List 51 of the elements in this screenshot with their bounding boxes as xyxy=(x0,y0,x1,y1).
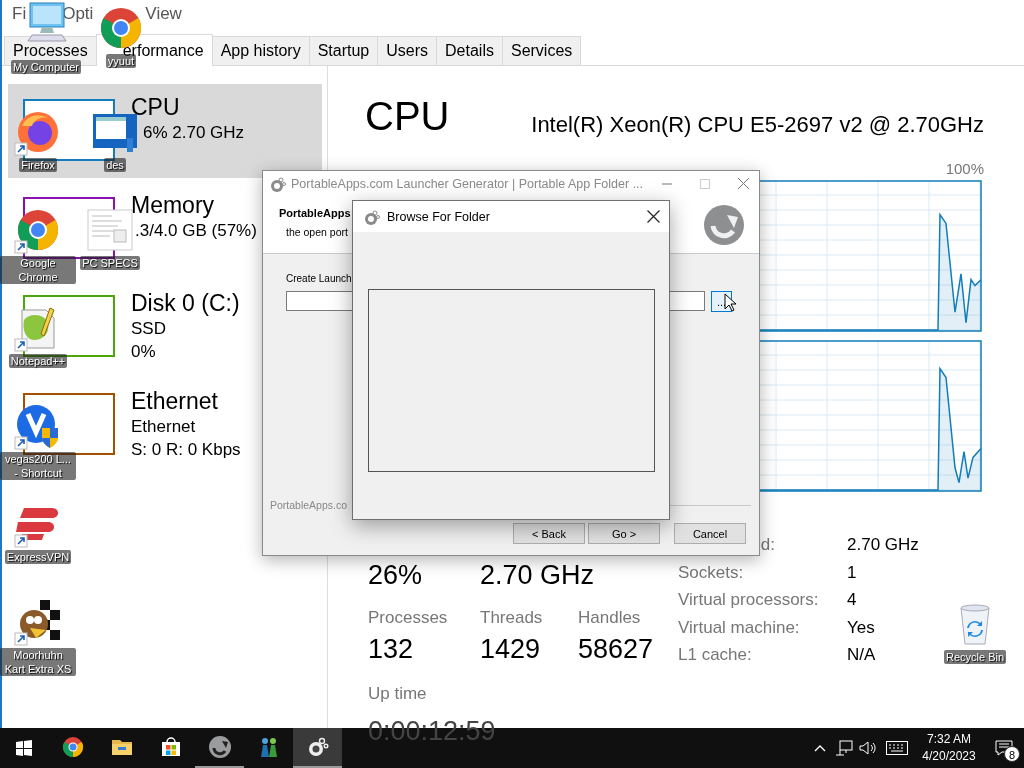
notification-count: 8 xyxy=(1004,746,1020,762)
resource-name: Ethernet xyxy=(131,388,218,415)
resource-detail: 6% 2.70 GHz xyxy=(142,122,245,144)
resource-name: CPU xyxy=(131,94,180,121)
icon-label: des xyxy=(104,158,126,172)
icon-label: Recycle Bin xyxy=(943,650,1007,664)
processor-model: Intel(R) Xeon(R) CPU E5-2697 v2 @ 2.70GHz xyxy=(531,111,984,139)
icon-label: vegas200 L... - Shortcut xyxy=(0,452,76,480)
graph-max-label: 100% xyxy=(945,160,984,178)
resource-detail: S: 0 R: 0 Kbps xyxy=(131,439,241,461)
resource-name: Disk 0 (C:) xyxy=(131,290,240,317)
detail-value: 2.70 GHz xyxy=(847,534,919,556)
detail-label: L1 cache: xyxy=(678,644,752,666)
detail-value: 1 xyxy=(847,561,858,584)
resource-detail: Ethernet xyxy=(131,416,196,438)
stat-value: 26% xyxy=(368,559,423,591)
dialog-title: Browse For Folder xyxy=(387,209,490,224)
stat-value: 58627 xyxy=(578,633,654,665)
detail-label: Sockets: xyxy=(678,561,744,584)
footer-brand-text: PortableApps.co xyxy=(270,499,348,511)
icon-label: Notepad++ xyxy=(8,354,68,368)
header-title: PortableApps xyxy=(279,206,351,221)
icon-label: Firefox xyxy=(19,158,57,172)
stat-value: 1429 xyxy=(480,633,541,665)
clock-time: 7:32 AM xyxy=(927,731,971,748)
stat-label: Threads xyxy=(480,607,543,629)
stat-value: 132 xyxy=(368,633,414,665)
detail-label: Virtual processors: xyxy=(678,589,819,611)
resource-title: CPU xyxy=(365,93,450,140)
icon-label: My Computer xyxy=(11,60,81,74)
detail-value: 4 xyxy=(847,589,858,611)
icon-label: Moorhuhn Kart Extra XS xyxy=(0,648,76,676)
detail-value: Yes xyxy=(847,616,876,639)
resource-detail: SSD xyxy=(131,318,166,340)
clock-date: 4/20/2023 xyxy=(922,748,976,765)
detail-value: N/A xyxy=(847,644,877,666)
window-title: PortableApps.com Launcher Generator | Portable App Folder ... xyxy=(291,176,644,191)
resource-name: Memory xyxy=(131,192,215,219)
stat-value: 2.70 GHz xyxy=(480,559,595,591)
resource-detail: 0% xyxy=(131,341,156,363)
field-label: Create Launch xyxy=(286,272,352,286)
resource-detail: .3/4.0 GB (57%) xyxy=(134,220,257,242)
header-subtitle: the open port xyxy=(286,225,348,240)
stat-label: Processes xyxy=(368,607,448,629)
icon-label: ExpressVPN xyxy=(4,550,72,564)
detail-label: Virtual machine: xyxy=(678,616,800,639)
stat-label: Up time xyxy=(368,683,427,705)
stat-label: Handles xyxy=(578,607,641,629)
icon-label: PC SPECS xyxy=(80,256,140,270)
detail-label: d: xyxy=(760,534,776,556)
icon-label: Google Chrome xyxy=(0,256,76,284)
